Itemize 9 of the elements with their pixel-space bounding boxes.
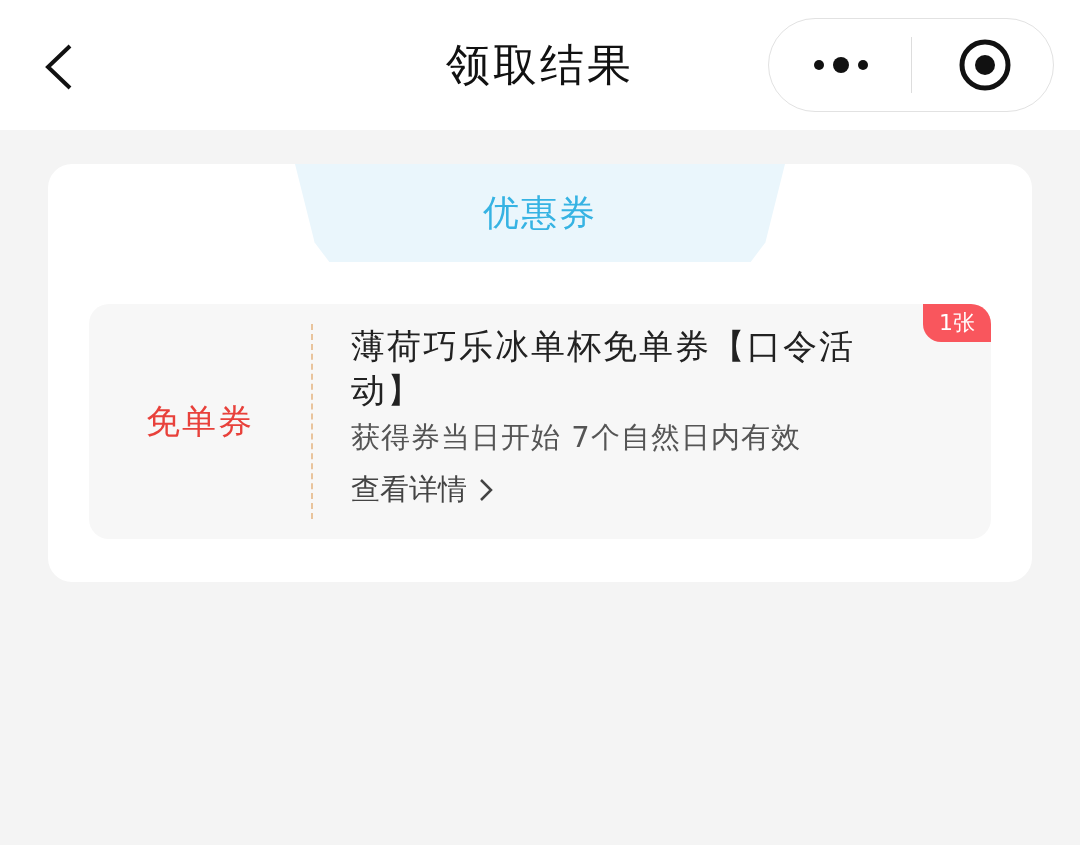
- page-title: 领取结果: [446, 37, 634, 92]
- details-link[interactable]: 查看详情: [351, 470, 493, 510]
- chevron-icon: [479, 478, 493, 502]
- coupon-type: 免单券: [146, 399, 254, 443]
- more-icon[interactable]: [811, 55, 871, 75]
- count-badge: 1张: [923, 304, 991, 342]
- close-icon[interactable]: [958, 38, 1012, 92]
- validity-text: 获得券当日开始 7个自然日内有效: [351, 419, 801, 456]
- coupon-title: 薄荷巧乐冰单杯免单券【口令活动】: [351, 325, 856, 412]
